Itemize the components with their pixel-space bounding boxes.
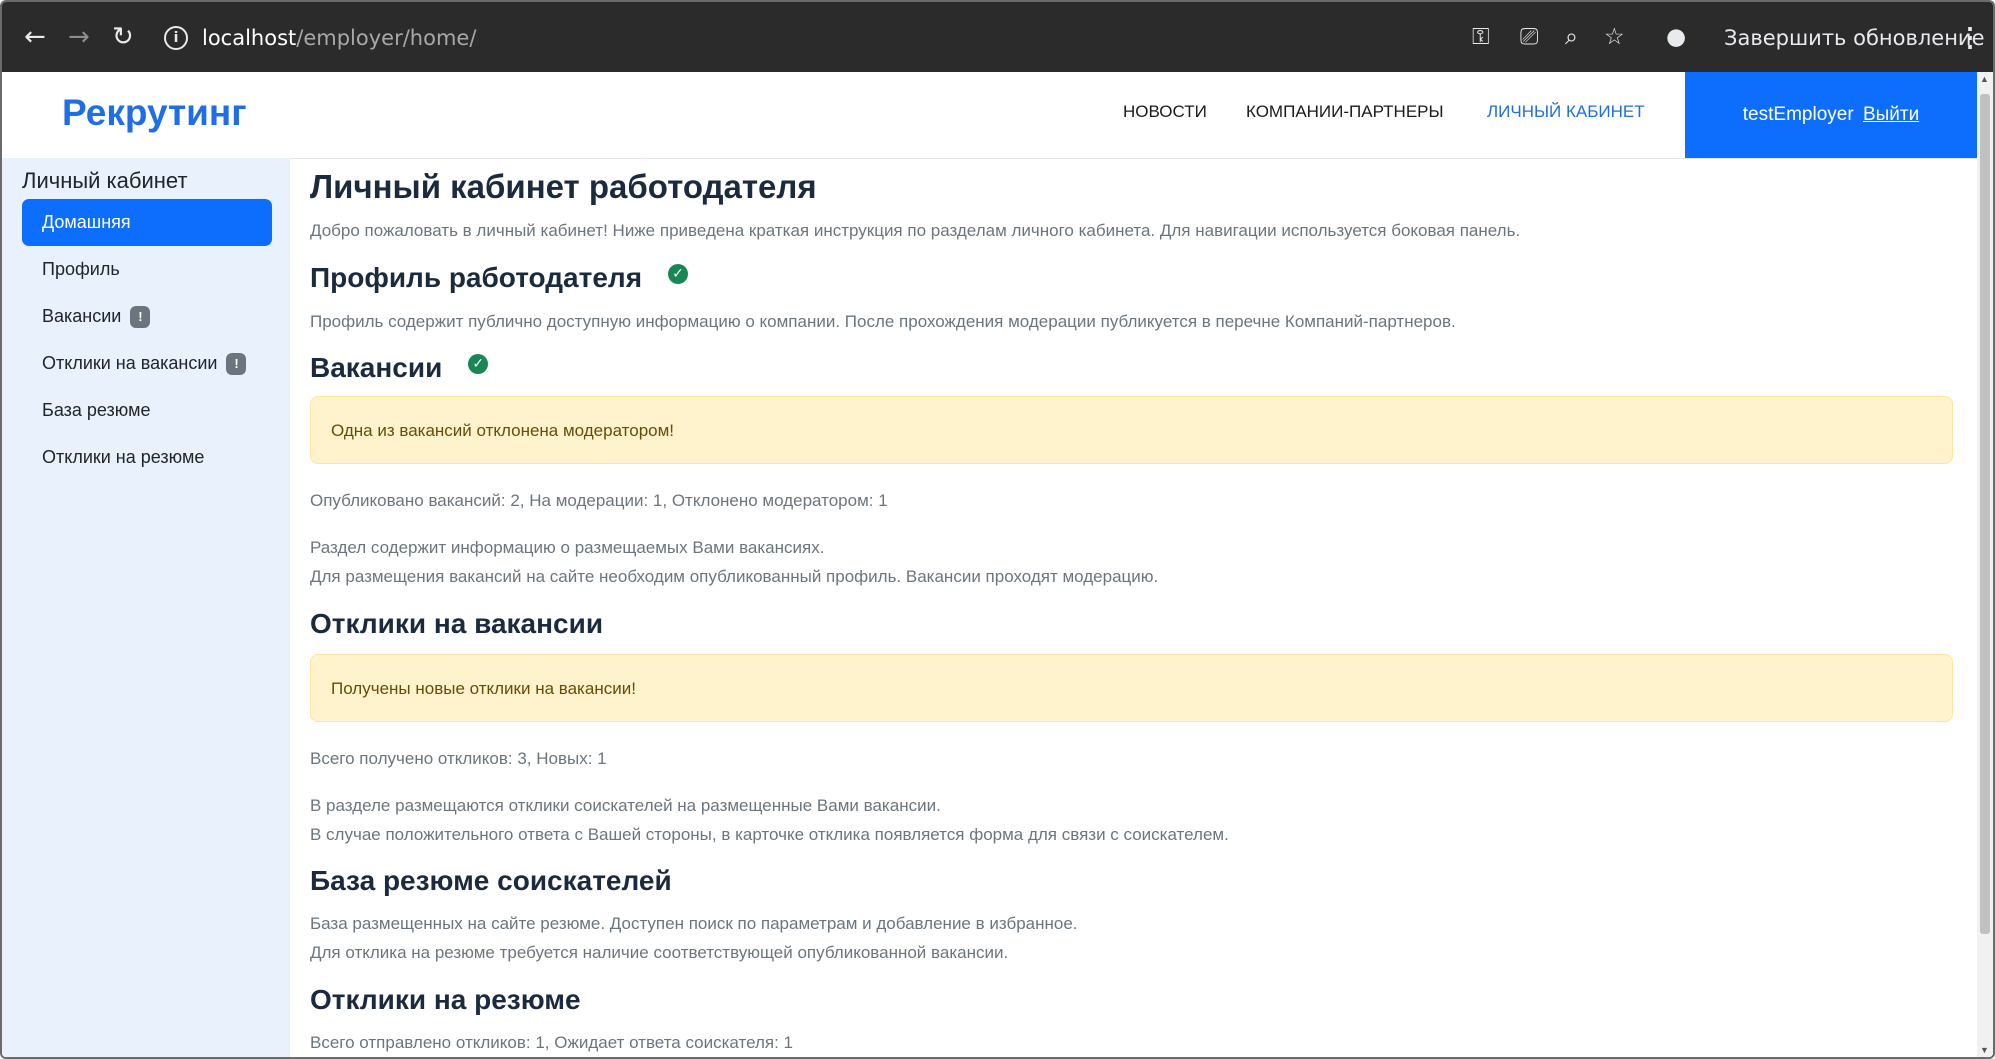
address-bar[interactable]: localhost/employer/home/ — [202, 24, 476, 52]
brand-logo[interactable]: Рекрутинг — [62, 92, 247, 134]
responses-text-1: В разделе размещаются отклики соискателе… — [310, 796, 941, 815]
section-title-vacancies: Вакансии ✓ — [310, 352, 489, 384]
info-icon[interactable]: i — [164, 26, 188, 50]
sidebar-item-vacancy-responses[interactable]: Отклики на вакансии ! — [22, 340, 272, 387]
key-icon[interactable]: ⚿ — [1472, 23, 1490, 51]
vacancies-stats: Опубликовано вакансий: 2, На модерации: … — [310, 491, 888, 510]
sidebar-item-label: Профиль — [42, 259, 120, 279]
username: testEmployer — [1742, 104, 1854, 125]
forward-icon[interactable]: → — [68, 22, 90, 52]
section-title-text: Вакансии — [310, 352, 443, 383]
browser-window: ← → ↻ i localhost/employer/home/ ⚿ ⎚ ⌕ ☆… — [0, 0, 1995, 1059]
vacancies-text-1: Раздел содержит информацию о размещаемых… — [310, 538, 825, 557]
intro-text: Добро пожаловать в личный кабинет! Ниже … — [310, 221, 1521, 240]
resume-base-text-1: База размещенных на сайте резюме. Доступ… — [310, 914, 1078, 933]
section-title-resume-base: База резюме соискателей — [310, 865, 672, 896]
sidebar-item-vacancies[interactable]: Вакансии ! — [22, 293, 272, 340]
scroll-up-arrow-icon[interactable]: ▲ — [1980, 74, 1989, 84]
responses-text-2: В случае положительного ответа с Вашей с… — [310, 825, 1229, 844]
sidebar-item-profile[interactable]: Профиль — [22, 246, 272, 293]
alert-badge: ! — [130, 306, 151, 329]
url-host: localhost — [202, 26, 297, 50]
zoom-icon[interactable]: ⌕ — [1565, 23, 1578, 51]
scroll-down-arrow-icon[interactable]: ▼ — [1980, 1045, 1989, 1055]
sidebar-item-label: Домашняя — [42, 212, 131, 232]
profile-icon[interactable]: ● — [1666, 23, 1686, 51]
back-icon[interactable]: ← — [24, 22, 46, 52]
section-title-profile: Профиль работодателя ✓ — [310, 262, 689, 294]
nav-news[interactable]: НОВОСТИ — [1123, 102, 1207, 122]
sidebar-item-resume-responses[interactable]: Отклики на резюме — [22, 434, 272, 481]
section-title-text: Профиль работодателя — [310, 262, 643, 293]
logout-link[interactable]: Выйти — [1863, 104, 1919, 125]
profile-text: Профиль содержит публично доступную инфо… — [310, 312, 1456, 331]
check-circle-icon: ✓ — [468, 353, 489, 374]
resume-responses-stats: Всего отправлено откликов: 1, Ожидает от… — [310, 1033, 794, 1052]
vacancies-text-2: Для размещения вакансий на сайте необход… — [310, 567, 1159, 586]
sidebar-item-label: Отклики на вакансии — [42, 353, 218, 373]
sidebar-item-label: Вакансии — [42, 306, 122, 326]
alert-new-responses: Получены новые отклики на вакансии! — [310, 654, 1953, 722]
page-title: Личный кабинет работодателя — [310, 168, 817, 205]
sidebar-item-home[interactable]: Домашняя — [22, 199, 272, 246]
url-path: /employer/home/ — [296, 26, 477, 50]
scroll-thumb[interactable] — [1980, 94, 1990, 934]
star-icon[interactable]: ☆ — [1604, 23, 1625, 51]
section-title-responses: Отклики на вакансии — [310, 608, 604, 639]
sidebar-item-label: Отклики на резюме — [42, 447, 205, 467]
sidebar-item-resume-base[interactable]: База резюме — [22, 387, 272, 434]
browser-toolbar: ← → ↻ i localhost/employer/home/ ⚿ ⎚ ⌕ ☆… — [2, 2, 1993, 72]
sidebar-title: Личный кабинет — [22, 168, 188, 193]
page-content: Рекрутинг НОВОСТИ КОМПАНИИ-ПАРТНЕРЫ ЛИЧН… — [2, 72, 1977, 1057]
alert-vacancy-rejected: Одна из вакансий отклонена модератором! — [310, 396, 1953, 464]
nav-cabinet[interactable]: ЛИЧНЫЙ КАБИНЕТ — [1487, 102, 1645, 122]
sidebar-item-label: База резюме — [42, 400, 151, 420]
section-title-resume-responses: Отклики на резюме — [310, 984, 581, 1015]
user-panel: testEmployer Выйти — [1685, 72, 1977, 158]
menu-icon[interactable]: ⋮ — [1957, 22, 1983, 52]
sidebar: Личный кабинет Домашняя Профиль Вакансии… — [2, 158, 290, 1057]
responses-stats: Всего получено откликов: 3, Новых: 1 — [310, 749, 607, 768]
resume-base-text-2: Для отклика на резюме требуется наличие … — [310, 943, 1009, 962]
reload-icon[interactable]: ↻ — [112, 22, 134, 52]
nav-partners[interactable]: КОМПАНИИ-ПАРТНЕРЫ — [1246, 102, 1444, 122]
site-header: Рекрутинг НОВОСТИ КОМПАНИИ-ПАРТНЕРЫ ЛИЧН… — [2, 72, 1977, 159]
check-circle-icon: ✓ — [668, 263, 689, 284]
vertical-scrollbar[interactable]: ▲ ▼ — [1977, 72, 1993, 1057]
update-button[interactable]: Завершить обновление — [1724, 24, 1985, 52]
cast-icon[interactable]: ⎚ — [1520, 23, 1538, 51]
alert-badge: ! — [226, 353, 247, 376]
